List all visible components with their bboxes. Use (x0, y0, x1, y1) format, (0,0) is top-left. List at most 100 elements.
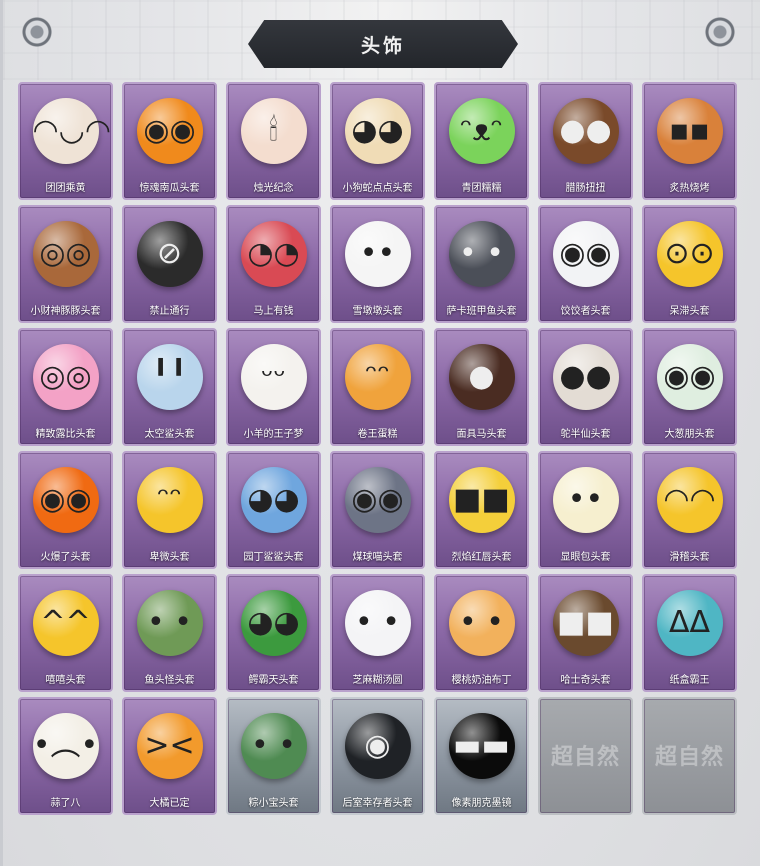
headwear-name: 马上有钱 (253, 306, 294, 317)
headwear-card[interactable]: ▬▬ 像素朋克墨镜 (434, 697, 529, 815)
face-glyph: ⊙⊙ (664, 236, 715, 271)
headwear-card[interactable]: ●● 腊肠扭扭 (538, 82, 633, 200)
grilled-toast-head-icon: ▪▪ (656, 98, 723, 164)
headwear-card[interactable]: • • 粽小宝头套 (226, 697, 321, 815)
headwear-name: 饺饺者头套 (560, 306, 611, 317)
face-glyph: ◎◎ (39, 359, 92, 394)
headwear-card[interactable]: ■■ 哈士奇头套 (538, 574, 633, 692)
headwear-card[interactable]: ■■ 烈焰红唇头套 (434, 451, 529, 569)
orange-slice-head-icon: >< (136, 713, 203, 779)
face-glyph: ^^ (40, 605, 91, 640)
face-glyph: •• (567, 482, 604, 517)
headwear-name: 芝麻糊汤圆 (352, 675, 403, 686)
headwear-card[interactable]: ◠◡◠ 团团乘黄 (18, 82, 113, 200)
headwear-name: 后室幸存者头套 (342, 798, 413, 809)
headwear-card[interactable]: ▪▪ 炙热烧烤 (642, 82, 737, 200)
headwear-card[interactable]: 🕯 烛光纪念 (226, 82, 321, 200)
face-glyph: ⊘ (156, 236, 183, 271)
headwear-card[interactable]: ᵔᵔ 卷王蛋糕 (330, 328, 425, 446)
zongzi-head-icon: • • (240, 713, 307, 779)
headwear-card[interactable]: >< 大橘已定 (122, 697, 217, 815)
gas-mask-helmet-icon: ◉ (344, 713, 411, 779)
snake-head-icon: ◕◕ (344, 98, 411, 164)
headwear-name: 雪墩墩头套 (352, 306, 403, 317)
pink-beaver-head-icon: ◎◎ (32, 344, 99, 410)
headwear-name: 嘻嘻头套 (45, 675, 86, 686)
dazed-face-icon: ⊙⊙ (656, 221, 723, 287)
headwear-name: 煤球喵头套 (352, 552, 403, 563)
headwear-card[interactable]: ᵔᴥᵔ 青团糯糯 (434, 82, 529, 200)
headwear-card[interactable]: ◉◉ 惊魂南瓜头套 (122, 82, 217, 200)
headwear-card[interactable]: ◕◕ 小狗蛇点点头套 (330, 82, 425, 200)
headwear-card[interactable]: ◉◉ 饺饺者头套 (538, 205, 633, 323)
headwear-card[interactable]: ᵕᵕ 小羊的王子梦 (226, 328, 321, 446)
face-glyph: ■■ (557, 605, 614, 640)
dumpling-head-icon: ◉◉ (552, 221, 619, 287)
fish-man-head-icon: • • (136, 590, 203, 656)
horse-head-icon: ◔◔ (240, 221, 307, 287)
traffic-cone-head-icon: ⊘ (136, 221, 203, 287)
headwear-card[interactable]: ᐃᐃ 纸盒霸王 (642, 574, 737, 692)
headwear-card[interactable]: ◉ 后室幸存者头套 (330, 697, 425, 815)
face-glyph: ◕◕ (247, 605, 300, 640)
face-glyph: ●● (559, 359, 612, 394)
headwear-card[interactable]: ◉◉ 煤球喵头套 (330, 451, 425, 569)
locked-item-card[interactable]: 超自然 (538, 697, 633, 815)
headwear-name: 像素朋克墨镜 (451, 798, 512, 809)
headwear-card[interactable]: • • 樱桃奶油布丁 (434, 574, 529, 692)
headwear-card[interactable]: ◔◔ 马上有钱 (226, 205, 321, 323)
headwear-card[interactable]: •︵• 蒜了八 (18, 697, 113, 815)
face-glyph: • • (251, 728, 296, 763)
headwear-name: 纸盒霸王 (669, 675, 710, 686)
face-glyph: ● (468, 359, 495, 394)
rice-ball-flower-icon: • • (344, 590, 411, 656)
headwear-card[interactable]: ● 面具马头套 (434, 328, 529, 446)
headwear-card[interactable]: • • 芝麻糊汤圆 (330, 574, 425, 692)
headwear-card[interactable]: ^^ 嘻嘻头套 (18, 574, 113, 692)
headwear-name: 卷王蛋糕 (357, 429, 398, 440)
headwear-card[interactable]: • • 萨卡班甲鱼头套 (434, 205, 529, 323)
headwear-card[interactable]: • • 鱼头怪头套 (122, 574, 217, 692)
headwear-card[interactable]: ╹╹ 太空鲨头套 (122, 328, 217, 446)
headwear-name: 青团糯糯 (461, 183, 502, 194)
face-glyph: ■■ (453, 482, 510, 517)
headwear-card[interactable]: ⊙⊙ 呆滞头套 (642, 205, 737, 323)
face-glyph: ᵕᵕ (261, 359, 286, 394)
headwear-card[interactable]: ◠◠ 滑稽头套 (642, 451, 737, 569)
humble-face-icon: ᵔᵔ (136, 467, 203, 533)
headwear-name: 鸵半仙头套 (560, 429, 611, 440)
headwear-card[interactable]: ◕◕ 园丁鲨鲨头套 (226, 451, 321, 569)
face-glyph: ◉◉ (351, 482, 404, 517)
face-glyph: •• (359, 236, 396, 271)
face-glyph: ◉◉ (559, 236, 612, 271)
headwear-name: 炙热烧烤 (669, 183, 710, 194)
headwear-card[interactable]: ᵔᵔ 卑微头套 (122, 451, 217, 569)
husky-head-icon: ■■ (552, 590, 619, 656)
cardboard-dino-head-icon: ᐃᐃ (656, 590, 723, 656)
gray-cat-head-icon: ◉◉ (344, 467, 411, 533)
headwear-name: 团团乘黄 (45, 183, 86, 194)
face-glyph: ◕◕ (247, 482, 300, 517)
face-glyph: • • (459, 236, 504, 271)
face-glyph: ●● (559, 113, 612, 148)
headwear-card[interactable]: •• 显眼包头套 (538, 451, 633, 569)
headwear-card[interactable]: ◕◕ 鳄霸天头套 (226, 574, 321, 692)
headwear-card[interactable]: ◎◎ 小财神豚豚头套 (18, 205, 113, 323)
headwear-card[interactable]: ◉◉ 火爆了头套 (18, 451, 113, 569)
face-glyph: ◉◉ (39, 482, 92, 517)
fire-head-icon: ◉◉ (32, 467, 99, 533)
face-glyph: • • (355, 605, 400, 640)
headwear-name: 烛光纪念 (253, 183, 294, 194)
headwear-name: 哈士奇头套 (560, 675, 611, 686)
headwear-card[interactable]: ⊘ 禁止通行 (122, 205, 217, 323)
headwear-name: 萨卡班甲鱼头套 (446, 306, 517, 317)
headwear-name: 大橘已定 (149, 798, 190, 809)
face-glyph: 🕯 (269, 113, 278, 148)
headwear-card[interactable]: ●● 鸵半仙头套 (538, 328, 633, 446)
page-title: 头饰 (360, 34, 405, 57)
headwear-card[interactable]: ◉◉ 大葱朋头套 (642, 328, 737, 446)
headwear-card[interactable]: ◎◎ 精致露比头套 (18, 328, 113, 446)
locked-item-card[interactable]: 超自然 (642, 697, 737, 815)
headwear-card[interactable]: •• 雪墩墩头套 (330, 205, 425, 323)
headwear-name: 粽小宝头套 (248, 798, 299, 809)
